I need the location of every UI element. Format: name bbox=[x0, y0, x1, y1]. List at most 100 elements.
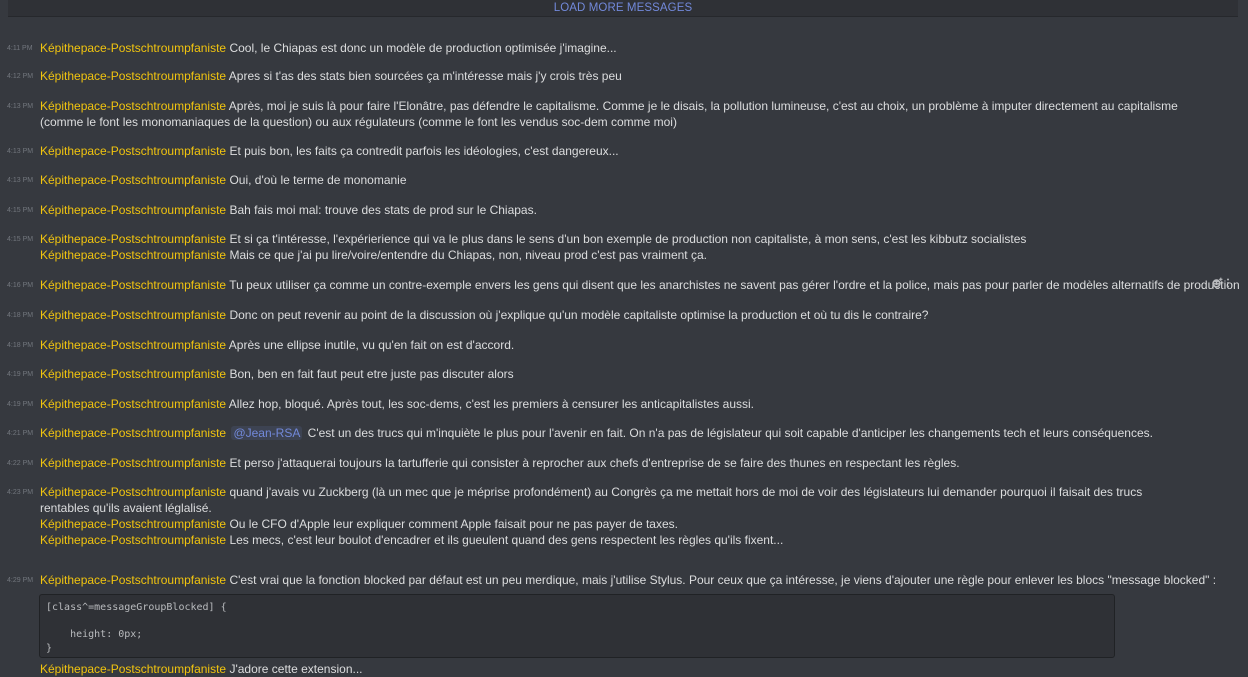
chat-page: LOAD MORE MESSAGES 4:11 PM Képithepace-P… bbox=[0, 0, 1248, 676]
message-group: 4:13 PM Képithepace-Postschtroumpfaniste… bbox=[0, 172, 1240, 188]
message-group: 4:29 PM Képithepace-Postschtroumpfaniste… bbox=[0, 572, 1240, 588]
message-text: Et puis bon, les faits ça contredit parf… bbox=[229, 144, 619, 158]
author-name[interactable]: Képithepace-Postschtroumpfaniste bbox=[40, 144, 226, 158]
author-name[interactable]: Képithepace-Postschtroumpfaniste bbox=[40, 397, 226, 411]
author-name[interactable]: Képithepace-Postschtroumpfaniste bbox=[40, 662, 226, 676]
message-line: Képithepace-Postschtroumpfaniste Mais ce… bbox=[0, 247, 1240, 263]
message-group: 4:19 PM Képithepace-Postschtroumpfaniste… bbox=[0, 396, 1240, 412]
more-options-icon[interactable] bbox=[1226, 277, 1230, 293]
author-name[interactable]: Képithepace-Postschtroumpfaniste bbox=[40, 456, 226, 470]
message-text: Et perso j'attaquerai toujours la tartuf… bbox=[229, 456, 960, 470]
message-group: 4:15 PM Képithepace-Postschtroumpfaniste… bbox=[0, 202, 1240, 218]
message-group: 4:15 PM Képithepace-Postschtroumpfaniste… bbox=[0, 231, 1240, 263]
timestamp: 4:12 PM bbox=[7, 73, 34, 80]
author-name[interactable]: Képithepace-Postschtroumpfaniste bbox=[40, 99, 226, 113]
message-line: 4:13 PM Képithepace-Postschtroumpfaniste… bbox=[0, 172, 1240, 188]
message-text: J'adore cette extension... bbox=[229, 662, 363, 676]
code-line: } bbox=[46, 642, 53, 654]
message-text: Oui, d'où le terme de monomanie bbox=[229, 173, 407, 187]
author-name[interactable]: Képithepace-Postschtroumpfaniste bbox=[40, 517, 226, 531]
message-line: 4:12 PM Képithepace-Postschtroumpfaniste… bbox=[0, 68, 1240, 84]
timestamp: 4:19 PM bbox=[7, 401, 34, 408]
message-group: 4:11 PM Képithepace-Postschtroumpfaniste… bbox=[0, 40, 1240, 56]
message-text: Mais ce que j'ai pu lire/voire/entendre … bbox=[229, 248, 707, 262]
message-group: 4:13 PM Képithepace-Postschtroumpfaniste… bbox=[0, 98, 1240, 130]
message-group: 4:18 PM Képithepace-Postschtroumpfaniste… bbox=[0, 337, 1240, 353]
code-block: [class^=messageGroupBlocked] { height: 0… bbox=[39, 594, 1115, 658]
author-name[interactable]: Képithepace-Postschtroumpfaniste bbox=[40, 278, 226, 292]
timestamp: 4:18 PM bbox=[7, 312, 34, 319]
author-name[interactable]: Képithepace-Postschtroumpfaniste bbox=[40, 308, 226, 322]
user-mention[interactable]: @Jean-RSA bbox=[231, 426, 303, 440]
author-name[interactable]: Képithepace-Postschtroumpfaniste bbox=[40, 203, 226, 217]
author-name[interactable]: Képithepace-Postschtroumpfaniste bbox=[40, 338, 226, 352]
message-group: 4:21 PM Képithepace-Postschtroumpfaniste… bbox=[0, 425, 1240, 441]
author-name[interactable]: Képithepace-Postschtroumpfaniste bbox=[40, 41, 226, 55]
timestamp: 4:13 PM bbox=[7, 103, 34, 110]
load-more-bar: LOAD MORE MESSAGES bbox=[8, 0, 1238, 17]
message-line: 4:16 PM Képithepace-Postschtroumpfaniste… bbox=[0, 277, 1240, 293]
timestamp: 4:29 PM bbox=[7, 577, 34, 584]
author-name[interactable]: Képithepace-Postschtroumpfaniste bbox=[40, 485, 226, 499]
message-group: 4:12 PM Képithepace-Postschtroumpfaniste… bbox=[0, 68, 1240, 84]
timestamp: 4:16 PM bbox=[7, 282, 34, 289]
author-name[interactable]: Képithepace-Postschtroumpfaniste bbox=[40, 69, 226, 83]
message-line: Képithepace-Postschtroumpfaniste J'adore… bbox=[0, 661, 1240, 677]
add-reaction-icon[interactable] bbox=[1211, 277, 1223, 293]
author-name[interactable]: Képithepace-Postschtroumpfaniste bbox=[40, 173, 226, 187]
timestamp: 4:15 PM bbox=[7, 236, 34, 243]
load-more-button[interactable]: LOAD MORE MESSAGES bbox=[554, 0, 693, 16]
message-text: C'est vrai que la fonction blocked par d… bbox=[229, 573, 1217, 587]
message-line: 4:11 PM Képithepace-Postschtroumpfaniste… bbox=[0, 40, 1240, 56]
timestamp: 4:18 PM bbox=[7, 342, 34, 349]
message-text: Après une ellipse inutile, vu qu'en fait… bbox=[228, 338, 515, 352]
timestamp: 4:19 PM bbox=[7, 371, 34, 378]
author-name[interactable]: Képithepace-Postschtroumpfaniste bbox=[40, 248, 226, 262]
message-group: 4:22 PM Képithepace-Postschtroumpfaniste… bbox=[0, 455, 1240, 471]
message-line: 4:21 PM Képithepace-Postschtroumpfaniste… bbox=[0, 425, 1240, 441]
message-text: Bah fais moi mal: trouve des stats de pr… bbox=[229, 203, 537, 217]
message-text: Ou le CFO d'Apple leur expliquer comment… bbox=[229, 517, 678, 531]
message-text: Et si ça t'intéresse, l'expérierience qu… bbox=[229, 232, 1027, 246]
message-line: 4:13 PM Képithepace-Postschtroumpfaniste… bbox=[0, 98, 1240, 130]
message-line: 4:18 PM Képithepace-Postschtroumpfaniste… bbox=[0, 337, 1240, 353]
message-line: Képithepace-Postschtroumpfaniste Les mec… bbox=[0, 532, 1240, 548]
message-text: Apres si t'as des stats bien sourcées ça… bbox=[228, 69, 622, 83]
message-line: 4:18 PM Képithepace-Postschtroumpfaniste… bbox=[0, 307, 1240, 323]
author-name[interactable]: Képithepace-Postschtroumpfaniste bbox=[40, 426, 226, 440]
message-text: Donc on peut revenir au point de la disc… bbox=[229, 308, 929, 322]
timestamp: 4:11 PM bbox=[7, 45, 33, 52]
code-line: [class^=messageGroupBlocked] { bbox=[46, 602, 227, 613]
message-group: 4:19 PM Képithepace-Postschtroumpfaniste… bbox=[0, 366, 1240, 382]
timestamp: 4:13 PM bbox=[7, 177, 34, 184]
timestamp: 4:13 PM bbox=[7, 148, 34, 155]
message-line: Képithepace-Postschtroumpfaniste Ou le C… bbox=[0, 516, 1240, 532]
message-group: 4:13 PM Képithepace-Postschtroumpfaniste… bbox=[0, 143, 1240, 159]
code-line: height: 0px; bbox=[46, 629, 143, 640]
message-line: 4:29 PM Képithepace-Postschtroumpfaniste… bbox=[0, 572, 1240, 588]
timestamp: 4:23 PM bbox=[7, 489, 34, 496]
author-name[interactable]: Képithepace-Postschtroumpfaniste bbox=[40, 367, 226, 381]
message-text: Tu peux utiliser ça comme un contre-exem… bbox=[229, 278, 1240, 292]
message-group: 4:16 PM Képithepace-Postschtroumpfaniste… bbox=[0, 277, 1240, 293]
message-group: Képithepace-Postschtroumpfaniste J'adore… bbox=[0, 661, 1240, 677]
message-line: 4:15 PM Képithepace-Postschtroumpfaniste… bbox=[0, 202, 1240, 218]
message-line: 4:23 PM Képithepace-Postschtroumpfaniste… bbox=[0, 484, 1240, 516]
message-text: Cool, le Chiapas est donc un modèle de p… bbox=[229, 41, 617, 55]
timestamp: 4:21 PM bbox=[7, 430, 34, 437]
message-actions bbox=[1211, 277, 1230, 293]
author-name[interactable]: Képithepace-Postschtroumpfaniste bbox=[40, 533, 226, 547]
message-line: 4:13 PM Képithepace-Postschtroumpfaniste… bbox=[0, 143, 1240, 159]
message-text: Bon, ben en fait faut peut etre juste pa… bbox=[229, 367, 514, 381]
author-name[interactable]: Képithepace-Postschtroumpfaniste bbox=[40, 232, 226, 246]
message-line: 4:15 PM Képithepace-Postschtroumpfaniste… bbox=[0, 231, 1240, 247]
author-name[interactable]: Képithepace-Postschtroumpfaniste bbox=[40, 573, 226, 587]
message-text: C'est un des trucs qui m'inquiète le plu… bbox=[307, 426, 1153, 440]
timestamp: 4:22 PM bbox=[7, 460, 34, 467]
message-line: 4:19 PM Képithepace-Postschtroumpfaniste… bbox=[0, 396, 1240, 412]
message-group: 4:23 PM Képithepace-Postschtroumpfaniste… bbox=[0, 484, 1240, 548]
message-group: 4:18 PM Képithepace-Postschtroumpfaniste… bbox=[0, 307, 1240, 323]
message-line: 4:19 PM Képithepace-Postschtroumpfaniste… bbox=[0, 366, 1240, 382]
timestamp: 4:15 PM bbox=[7, 207, 34, 214]
